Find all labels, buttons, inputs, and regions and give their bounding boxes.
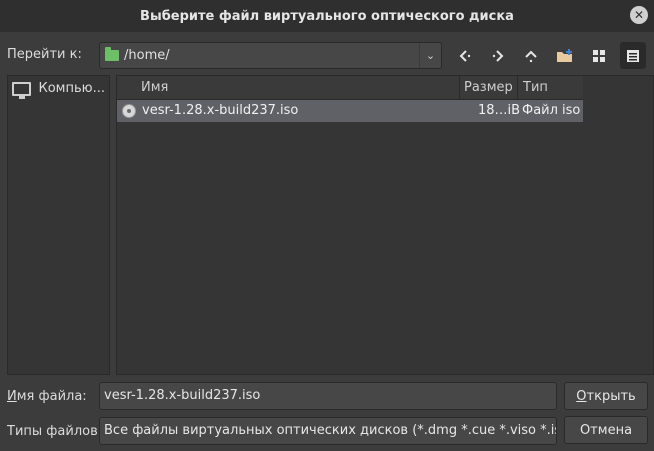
list-view-icon xyxy=(627,49,639,62)
path-combo[interactable]: /home/ ⌄ xyxy=(99,42,442,69)
close-icon: ✕ xyxy=(633,8,645,22)
table-header: Имя Размер Тип xyxy=(117,76,583,100)
up-button[interactable] xyxy=(518,42,544,69)
new-folder-button[interactable] xyxy=(552,42,578,69)
back-arrow-icon xyxy=(459,49,471,62)
path-text: /home/ xyxy=(124,48,170,63)
back-button[interactable] xyxy=(452,42,478,69)
title-bar: Выберите файл виртуального оптического д… xyxy=(0,0,654,32)
sidebar-item-label: Компью... xyxy=(38,81,106,96)
cancel-button[interactable]: Отмена xyxy=(564,416,648,444)
file-name-cell: vesr-1.28.x-build237.iso xyxy=(142,103,299,118)
file-size-cell: 18…iB xyxy=(478,103,521,118)
open-button[interactable]: Открыть xyxy=(564,382,648,410)
forward-arrow-icon xyxy=(492,49,504,62)
column-header-name[interactable]: Имя xyxy=(135,76,168,100)
window-title: Выберите файл виртуального оптического д… xyxy=(140,8,514,24)
file-type-cell: Файл iso xyxy=(522,103,581,118)
folder-icon xyxy=(105,47,119,61)
icon-view-button[interactable] xyxy=(586,42,612,69)
sidebar-item-computer[interactable]: Компью... xyxy=(8,76,109,101)
computer-icon xyxy=(12,81,31,99)
table-row[interactable]: vesr-1.28.x-build237.iso 18…iB Файл iso xyxy=(117,100,583,122)
filename-input[interactable]: vesr-1.28.x-build237.iso xyxy=(99,382,557,410)
filetype-select[interactable]: Все файлы виртуальных оптических дисков … xyxy=(99,417,557,445)
filetype-label: Типы файлов: xyxy=(7,424,103,439)
up-arrow-icon xyxy=(525,50,537,62)
list-view-button[interactable] xyxy=(620,42,646,69)
disc-icon xyxy=(122,104,136,118)
goto-label: Перейти к: xyxy=(7,47,82,62)
close-button[interactable]: ✕ xyxy=(630,6,648,24)
places-sidebar: Компью... xyxy=(7,75,110,375)
chevron-down-icon[interactable]: ⌄ xyxy=(419,43,441,68)
forward-button[interactable] xyxy=(485,42,511,69)
column-header-type[interactable]: Тип xyxy=(517,76,548,100)
filename-label: Имя файла: xyxy=(7,389,87,404)
icon-view-icon xyxy=(593,49,605,62)
column-header-size[interactable]: Размер xyxy=(458,76,513,100)
new-folder-icon xyxy=(557,48,572,62)
file-list: Имя Размер Тип vesr-1.28.x-build237.iso … xyxy=(116,75,654,375)
